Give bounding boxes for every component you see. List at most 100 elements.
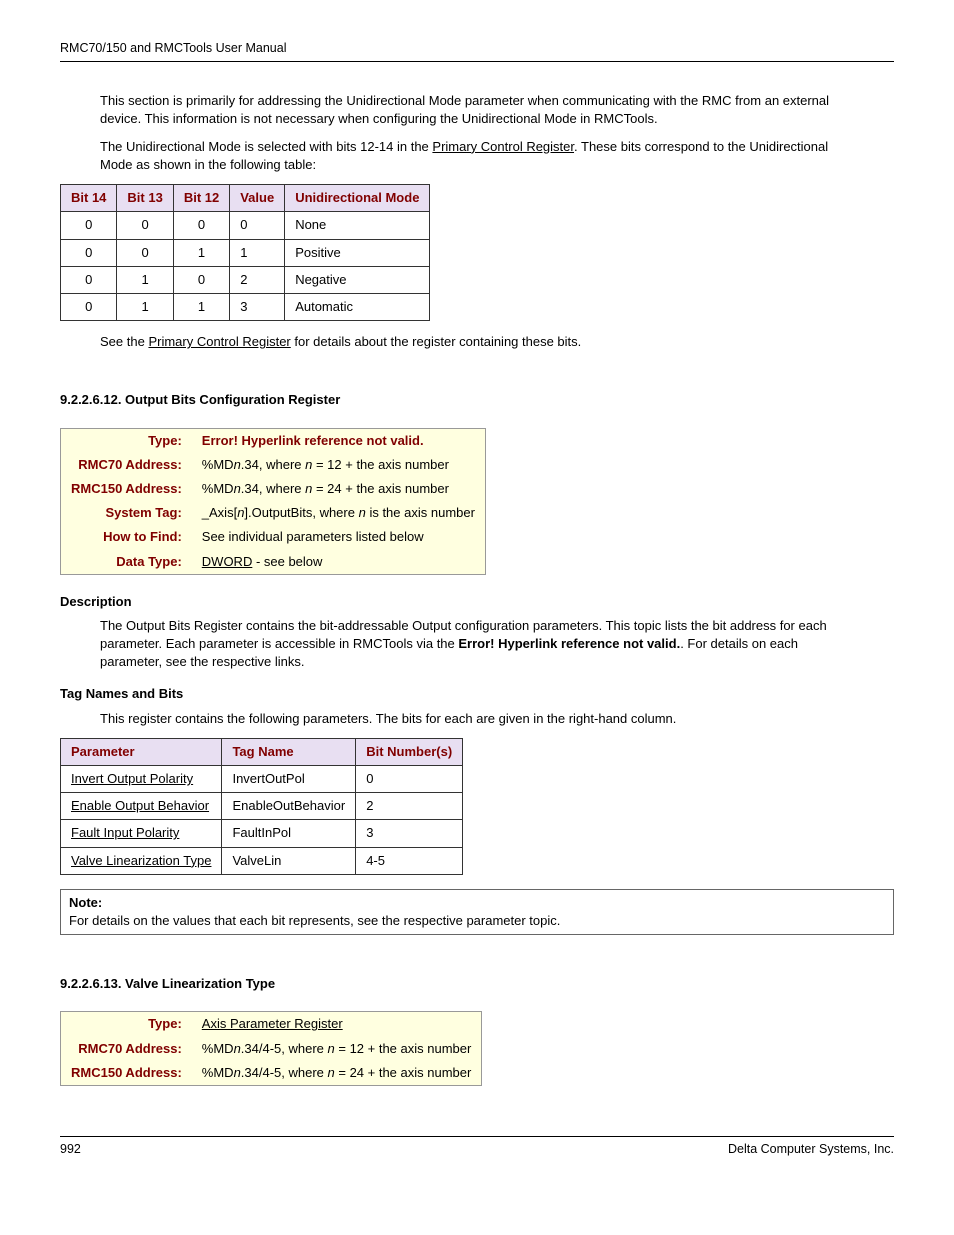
table-row: Invert Output Polarity InvertOutPol 0 xyxy=(61,766,463,793)
col-bit-numbers: Bit Number(s) xyxy=(356,738,463,765)
text: for details about the register containin… xyxy=(291,334,582,349)
axis-parameter-register-link[interactable]: Axis Parameter Register xyxy=(202,1016,343,1031)
cell: 4-5 xyxy=(356,847,463,874)
col-value: Value xyxy=(230,185,285,212)
cell: 3 xyxy=(230,294,285,321)
cell: Negative xyxy=(285,266,430,293)
company-name: Delta Computer Systems, Inc. xyxy=(728,1141,894,1159)
col-bit14: Bit 14 xyxy=(61,185,117,212)
dword-link[interactable]: DWORD xyxy=(202,554,253,569)
table-row: 0 1 1 3 Automatic xyxy=(61,294,430,321)
cell: 0 xyxy=(230,212,285,239)
text: Valve Linearization Type xyxy=(71,853,211,868)
text: n xyxy=(234,1065,241,1080)
label-rmc150: RMC150 Address: xyxy=(61,477,192,501)
label-rmc70: RMC70 Address: xyxy=(61,1037,192,1061)
text: ].OutputBits, where xyxy=(244,505,358,520)
value-rmc150: %MDn.34/4-5, where n = 24 + the axis num… xyxy=(192,1061,482,1085)
text: %MD xyxy=(202,457,234,472)
text: .34, where xyxy=(241,481,305,496)
cell: 2 xyxy=(356,793,463,820)
text: n xyxy=(328,1041,335,1056)
value-type: Axis Parameter Register xyxy=(192,1012,482,1036)
text: = 12 + the axis number xyxy=(312,457,449,472)
text: .34/4-5, where xyxy=(241,1065,328,1080)
text: Enable Output Behavior xyxy=(71,798,209,813)
primary-control-register-link[interactable]: Primary Control Register xyxy=(432,139,574,154)
table-row: 0 0 0 0 None xyxy=(61,212,430,239)
text: See the xyxy=(100,334,148,349)
cell: 0 xyxy=(356,766,463,793)
text: .34, where xyxy=(241,457,305,472)
cell: FaultInPol xyxy=(222,820,356,847)
table-row: Fault Input Polarity FaultInPol 3 xyxy=(61,820,463,847)
label-rmc70: RMC70 Address: xyxy=(61,453,192,477)
note-text: For details on the values that each bit … xyxy=(69,913,560,928)
label-data-type: Data Type: xyxy=(61,550,192,574)
parameter-link[interactable]: Fault Input Polarity xyxy=(61,820,222,847)
cell: 0 xyxy=(61,294,117,321)
table-row: 0 0 1 1 Positive xyxy=(61,239,430,266)
text: is the axis number xyxy=(366,505,475,520)
note-box: Note: For details on the values that eac… xyxy=(60,889,894,935)
text: %MD xyxy=(202,1041,234,1056)
text: Fault Input Polarity xyxy=(71,825,179,840)
description-text: The Output Bits Register contains the bi… xyxy=(100,617,854,672)
parameter-link[interactable]: Valve Linearization Type xyxy=(61,847,222,874)
text: n xyxy=(234,457,241,472)
tags-heading: Tag Names and Bits xyxy=(60,685,854,703)
text: = 12 + the axis number xyxy=(335,1041,472,1056)
page-number: 992 xyxy=(60,1141,81,1159)
text: = 24 + the axis number xyxy=(312,481,449,496)
page-header: RMC70/150 and RMCTools User Manual xyxy=(60,40,894,62)
text: - see below xyxy=(252,554,322,569)
text: n xyxy=(234,1041,241,1056)
unidirectional-mode-table: Bit 14 Bit 13 Bit 12 Value Unidirectiona… xyxy=(60,184,430,321)
text: The Unidirectional Mode is selected with… xyxy=(100,139,432,154)
value-data-type: DWORD - see below xyxy=(192,550,485,574)
valve-lin-infobox: Type: Axis Parameter Register RMC70 Addr… xyxy=(60,1011,482,1086)
error-text: Error! Hyperlink reference not valid. xyxy=(458,636,680,651)
cell: Automatic xyxy=(285,294,430,321)
tags-table: Parameter Tag Name Bit Number(s) Invert … xyxy=(60,738,463,875)
label-how-to-find: How to Find: xyxy=(61,525,192,549)
value-rmc150: %MDn.34, where n = 24 + the axis number xyxy=(192,477,485,501)
cell: 1 xyxy=(173,294,229,321)
cell: 1 xyxy=(117,266,173,293)
page-footer: 992 Delta Computer Systems, Inc. xyxy=(60,1136,894,1159)
tags-intro: This register contains the following par… xyxy=(100,710,854,728)
value-rmc70: %MDn.34/4-5, where n = 12 + the axis num… xyxy=(192,1037,482,1061)
cell: 2 xyxy=(230,266,285,293)
cell: None xyxy=(285,212,430,239)
parameter-link[interactable]: Enable Output Behavior xyxy=(61,793,222,820)
output-bits-infobox: Type: Error! Hyperlink reference not val… xyxy=(60,428,486,575)
cell: 0 xyxy=(117,212,173,239)
label-type: Type: xyxy=(61,429,192,453)
section-heading-output-bits: 9.2.2.6.12. Output Bits Configuration Re… xyxy=(60,391,854,409)
table-row: 0 1 0 2 Negative xyxy=(61,266,430,293)
cell: EnableOutBehavior xyxy=(222,793,356,820)
cell: 1 xyxy=(117,294,173,321)
col-bit12: Bit 12 xyxy=(173,185,229,212)
cell: 0 xyxy=(61,266,117,293)
parameter-link[interactable]: Invert Output Polarity xyxy=(61,766,222,793)
text: %MD xyxy=(202,1065,234,1080)
cell: 3 xyxy=(356,820,463,847)
label-rmc150: RMC150 Address: xyxy=(61,1061,192,1085)
primary-control-register-link[interactable]: Primary Control Register xyxy=(148,334,290,349)
cell: ValveLin xyxy=(222,847,356,874)
text: n xyxy=(234,481,241,496)
col-tag-name: Tag Name xyxy=(222,738,356,765)
cell: 0 xyxy=(173,266,229,293)
cell: 0 xyxy=(117,239,173,266)
text: _Axis[ xyxy=(202,505,237,520)
text: = 24 + the axis number xyxy=(335,1065,472,1080)
cell: 0 xyxy=(173,212,229,239)
intro-paragraph-2: The Unidirectional Mode is selected with… xyxy=(100,138,854,174)
table-row: Valve Linearization Type ValveLin 4-5 xyxy=(61,847,463,874)
section-heading-valve-lin: 9.2.2.6.13. Valve Linearization Type xyxy=(60,975,854,993)
note-label: Note: xyxy=(69,895,102,910)
cell: 0 xyxy=(61,212,117,239)
cell: 1 xyxy=(230,239,285,266)
text: Invert Output Polarity xyxy=(71,771,193,786)
